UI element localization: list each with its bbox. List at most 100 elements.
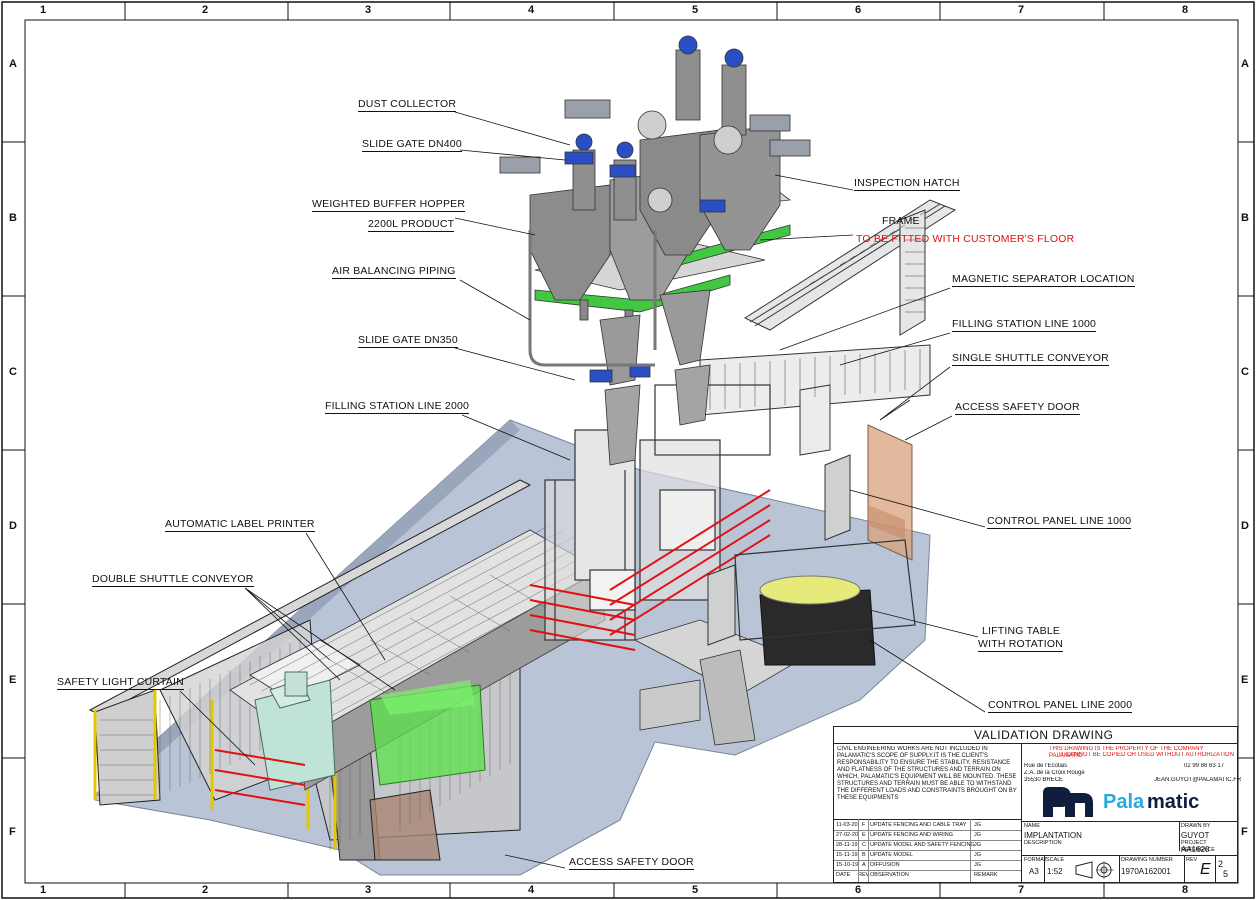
rev-row-4-by: JG (974, 852, 982, 858)
big-bag-2 (369, 680, 486, 786)
palamatic-logo: Pala matic (1039, 785, 1239, 821)
label-control-panel-1000: CONTROL PANEL LINE 1000 (987, 515, 1132, 529)
rev-row-1-date: 11-03-20 (836, 822, 858, 828)
row-label-a-right: A (1241, 58, 1249, 70)
label-lifting-table-line1: LIFTING TABLE (982, 625, 1061, 637)
rev-row-1-rev: F (862, 822, 866, 828)
row-label-e-left: E (9, 674, 17, 686)
sheet-total: 5 (1223, 869, 1229, 879)
row-label-c-left: C (9, 366, 17, 378)
rev-row-3-by: JG (974, 842, 982, 848)
rev-label: REV (1186, 857, 1198, 863)
row-label-d-left: D (9, 520, 17, 532)
property-line-2: IT CANNOT BE COPIED OR USED WITHOUT AUTH… (1059, 752, 1234, 758)
phone-number: 02 99 86 63 17 (1184, 763, 1225, 769)
drawn-by-value: GUYOT (1181, 831, 1210, 840)
label-slide-gate-dn400: SLIDE GATE DN400 (362, 138, 462, 152)
rev-row-4-obs: UPDATE MODEL (870, 852, 913, 858)
col-label-4-top: 4 (528, 4, 535, 16)
label-single-shuttle-conveyor: SINGLE SHUTTLE CONVEYOR (952, 352, 1109, 366)
rev-row-5-date: 15-10-19 (836, 862, 859, 868)
label-magnetic-separator: MAGNETIC SEPARATOR LOCATION (952, 273, 1135, 287)
row-label-a-left: A (9, 58, 17, 70)
col-label-6-top: 6 (855, 4, 862, 16)
label-frame: FRAME (882, 215, 920, 227)
address-line-3: 35530 BRECE (1024, 777, 1064, 783)
projection-symbol-icon (1075, 861, 1114, 879)
name-value: IMPLANTATION (1024, 831, 1082, 840)
rev-row-5-obs: DIFFUSION (870, 862, 900, 868)
col-label-3-top: 3 (365, 4, 372, 16)
col-label-3-bottom: 3 (365, 884, 372, 896)
rev-row-4-rev: B (862, 852, 866, 858)
name-label: NAME (1024, 823, 1040, 829)
project-ref-value: AA1620 (1181, 845, 1210, 854)
scale-value: 1:52 (1047, 867, 1063, 876)
col-label-4-bottom: 4 (528, 884, 535, 896)
rev-row-5-rev: A (862, 862, 866, 868)
col-label-1-bottom: 1 (40, 884, 47, 896)
label-access-safety-door-right: ACCESS SAFETY DOOR (955, 401, 1080, 415)
row-label-f-left: F (9, 826, 16, 838)
row-label-b-right: B (1241, 212, 1249, 224)
rev-header-obs: OBSERVATION (870, 872, 909, 878)
brand-pala: Pala (1103, 791, 1145, 813)
format-value: A3 (1029, 867, 1039, 876)
rev-row-1-by: JG (974, 822, 982, 828)
palamatic-logo-icon (1043, 787, 1093, 817)
label-double-shuttle-conveyor: DOUBLE SHUTTLE CONVEYOR (92, 573, 254, 587)
label-access-safety-door-bottom: ACCESS SAFETY DOOR (569, 856, 694, 870)
drawn-by-label: DRAWN BY (1181, 823, 1211, 829)
rev-row-3-rev: C (862, 842, 866, 848)
scale-label: SCALE (1046, 857, 1065, 863)
rev-row-2-obs: UPDATE FENCING AND WIRING (870, 832, 954, 838)
rev-value: E (1200, 861, 1211, 878)
col-label-5-top: 5 (692, 4, 699, 16)
control-panel-2000-cabinet (707, 564, 736, 646)
rev-row-2-date: 27-02-20 (836, 832, 859, 838)
title-block-heading: VALIDATION DRAWING (974, 728, 1114, 742)
label-control-panel-2000: CONTROL PANEL LINE 2000 (988, 699, 1133, 713)
rev-row-2-rev: E (862, 832, 866, 838)
rev-row-4-date: 15-11-19 (836, 852, 858, 858)
sheet-number: 2 (1218, 859, 1224, 869)
rev-row-2-by: JG (974, 832, 982, 838)
col-label-8-top: 8 (1182, 4, 1189, 16)
row-label-d-right: D (1241, 520, 1249, 532)
rev-row-3-obs: UPDATE MODEL AND SAFETY FENCING (870, 842, 975, 848)
rev-row-1-obs: UPDATE FENCING AND CABLE TRAY (870, 822, 967, 828)
col-label-2-bottom: 2 (202, 884, 209, 896)
brand-matic: matic (1147, 791, 1200, 813)
drawing-number-label: DRAWING NUMBER (1121, 857, 1173, 863)
title-block: VALIDATION DRAWING CIVIL ENGINEERING WOR… (833, 726, 1242, 883)
label-hopper-capacity: 2200L PRODUCT (368, 218, 455, 232)
label-slide-gate-dn350: SLIDE GATE DN350 (358, 334, 458, 348)
row-label-b-left: B (9, 212, 17, 224)
label-inspection-hatch: INSPECTION HATCH (854, 177, 960, 191)
label-dust-collector: DUST COLLECTOR (358, 98, 457, 112)
rev-header-date: DATE (836, 872, 851, 878)
address-line-2: Z.A. de la Croix Rouge (1024, 770, 1085, 776)
revision-table: 11-03-20 F UPDATE FENCING AND CABLE TRAY… (834, 819, 1021, 882)
col-label-7-top: 7 (1018, 4, 1025, 16)
disclaimer-text: CIVIL ENGINEERING WORKS ARE NOT INCLUDED… (837, 746, 1017, 801)
col-label-2-top: 2 (202, 4, 209, 16)
col-label-7-bottom: 7 (1018, 884, 1025, 896)
label-weighted-buffer-hopper: WEIGHTED BUFFER HOPPER (312, 198, 466, 212)
rev-row-3-date: 28-11-19 (836, 842, 858, 848)
label-frame-note: TO BE FITTED WITH CUSTOMER'S FLOOR (856, 233, 1075, 245)
label-safety-light-curtain: SAFETY LIGHT CURTAIN (57, 676, 184, 690)
drawing-number-value: 1970A162001 (1121, 867, 1171, 876)
label-air-balancing-piping: AIR BALANCING PIPING (332, 265, 456, 279)
row-label-f-right: F (1241, 826, 1248, 838)
col-label-6-bottom: 6 (855, 884, 862, 896)
col-label-5-bottom: 5 (692, 884, 699, 896)
label-filling-station-1000: FILLING STATION LINE 1000 (952, 318, 1097, 332)
row-label-e-right: E (1241, 674, 1249, 686)
email-address: JEAN.GUYOT@PALAMATIC.FR (1154, 777, 1242, 783)
address-line-1: Rue de l'Ecotais (1024, 763, 1068, 769)
description-label: DESCRIPTION (1024, 840, 1062, 846)
rev-header-by: REMARK (974, 872, 998, 878)
col-label-8-bottom: 8 (1182, 884, 1189, 896)
label-lifting-table-line2: WITH ROTATION (978, 638, 1064, 652)
